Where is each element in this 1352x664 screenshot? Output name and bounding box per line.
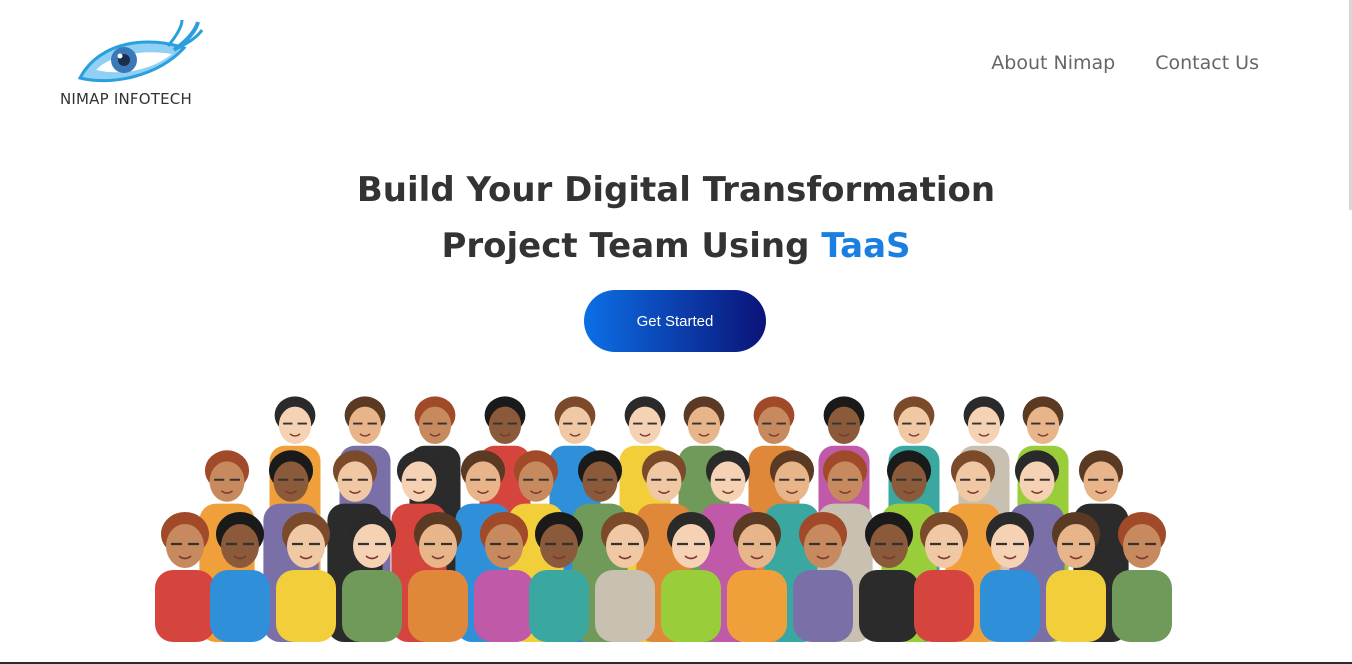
crowd-person bbox=[914, 512, 974, 642]
crowd-person bbox=[210, 512, 270, 642]
crowd-person bbox=[529, 512, 589, 642]
crowd-person bbox=[980, 512, 1040, 642]
hero-title-accent: TaaS bbox=[821, 226, 911, 266]
crowd-person bbox=[661, 512, 721, 642]
crowd-person bbox=[276, 512, 336, 642]
crowd-person bbox=[155, 512, 215, 642]
crowd-person bbox=[474, 512, 534, 642]
nav-contact-us[interactable]: Contact Us bbox=[1155, 52, 1259, 74]
crowd-person bbox=[342, 512, 402, 642]
crowd-person bbox=[793, 512, 853, 642]
hero-title-line1: Build Your Digital Transformation bbox=[356, 170, 996, 210]
hero-title: Build Your Digital Transformation Projec… bbox=[0, 162, 1352, 274]
crowd-person bbox=[727, 512, 787, 642]
hero-title-line2: Project Team Using TaaS bbox=[0, 218, 1352, 274]
crowd-person bbox=[408, 512, 468, 642]
crowd-person bbox=[859, 512, 919, 642]
hero-title-line2-prefix: Project Team Using bbox=[441, 226, 822, 266]
get-started-button[interactable]: Get Started bbox=[584, 290, 766, 352]
crowd-person bbox=[595, 512, 655, 642]
site-logo[interactable]: NIMAP INFOTECH bbox=[58, 18, 218, 113]
eye-logo-icon bbox=[78, 19, 203, 83]
crowd-person bbox=[1112, 512, 1172, 642]
main-nav: About Nimap Contact Us bbox=[991, 52, 1259, 74]
crowd-person bbox=[1046, 512, 1106, 642]
logo-text: NIMAP INFOTECH bbox=[60, 90, 192, 108]
nav-about-nimap[interactable]: About Nimap bbox=[991, 52, 1115, 74]
site-header: NIMAP INFOTECH About Nimap Contact Us bbox=[0, 0, 1352, 130]
team-crowd-illustration bbox=[155, 396, 1172, 642]
